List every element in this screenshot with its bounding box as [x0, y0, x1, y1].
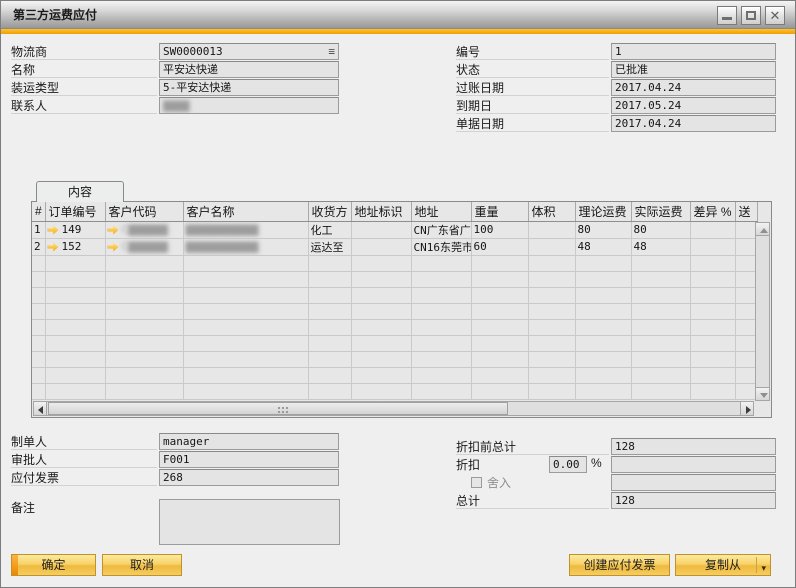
- cancel-button[interactable]: 取消: [102, 554, 182, 576]
- vendor-name-field[interactable]: 平安达快递: [159, 61, 339, 78]
- vertical-scrollbar[interactable]: [755, 222, 770, 401]
- link-arrow-icon[interactable]: [48, 226, 59, 235]
- tab-contents[interactable]: 内容: [36, 181, 124, 202]
- col-consignee[interactable]: 收货方: [308, 202, 351, 221]
- total-field[interactable]: 128: [611, 492, 776, 509]
- close-icon: ✕: [766, 8, 784, 23]
- scroll-down-icon: [760, 393, 768, 398]
- col-send[interactable]: 送: [735, 202, 757, 221]
- vendor-label: 物流商: [11, 43, 157, 60]
- table-row[interactable]: 1 149 C▇▇▇▇▇▇ ▇▇▇▇▇▇▇▇▇▇▇ 化工 CN广东省广 100 …: [32, 221, 757, 238]
- scroll-up-button[interactable]: [755, 222, 770, 236]
- shipping-type-field[interactable]: 5-平安达快递: [159, 79, 339, 96]
- link-arrow-icon[interactable]: [108, 243, 119, 252]
- col-row-number[interactable]: #: [32, 202, 45, 221]
- status-field[interactable]: 已批准: [611, 61, 776, 78]
- doc-number-field[interactable]: 1: [611, 43, 776, 60]
- col-variance-pct[interactable]: 差异 %: [690, 202, 735, 221]
- discount-percent-input[interactable]: 0.00: [549, 456, 587, 473]
- empty-row: [32, 303, 757, 319]
- document-date-label: 单据日期: [456, 115, 609, 132]
- horizontal-scrollbar[interactable]: [33, 401, 754, 416]
- minimize-icon: [722, 17, 732, 20]
- contact-label: 联系人: [11, 97, 157, 114]
- scroll-up-icon: [760, 228, 768, 233]
- table-row[interactable]: 2 152 C▇▇▇▇▇▇ ▇▇▇▇▇▇▇▇▇▇▇ 运达至 CN16东莞市 60…: [32, 238, 757, 255]
- col-address[interactable]: 地址: [411, 202, 471, 221]
- created-by-field[interactable]: manager: [159, 433, 339, 450]
- col-order-no[interactable]: 订单编号: [45, 202, 105, 221]
- horizontal-scroll-thumb[interactable]: [48, 402, 508, 415]
- line-items-grid: # 订单编号 客户代码 客户名称 收货方 地址标识 地址 重量 体积 理论运费 …: [31, 201, 772, 418]
- discount-amount-field[interactable]: [611, 456, 776, 473]
- titlebar[interactable]: 第三方运费应付 ✕: [1, 1, 795, 29]
- ap-invoice-field[interactable]: 268: [159, 469, 339, 486]
- empty-row: [32, 319, 757, 335]
- col-address-id[interactable]: 地址标识: [351, 202, 411, 221]
- empty-row: [32, 383, 757, 399]
- scroll-down-button[interactable]: [755, 387, 770, 401]
- col-weight[interactable]: 重量: [471, 202, 528, 221]
- discount-label: 折扣: [456, 456, 546, 473]
- maximize-button[interactable]: [741, 6, 761, 25]
- scroll-right-button[interactable]: [740, 401, 754, 416]
- empty-row: [32, 271, 757, 287]
- approver-label: 审批人: [11, 451, 157, 468]
- copy-from-button[interactable]: 复制从 ▾: [675, 554, 771, 576]
- col-theoretical-freight[interactable]: 理论运费: [575, 202, 631, 221]
- col-volume[interactable]: 体积: [528, 202, 575, 221]
- contact-field[interactable]: ▇▇▇▇: [159, 97, 339, 114]
- choose-from-list-icon[interactable]: ≡: [328, 45, 335, 59]
- empty-row: [32, 367, 757, 383]
- vendor-field[interactable]: SW0000013≡: [159, 43, 339, 60]
- scroll-right-icon: [746, 406, 751, 414]
- maximize-icon: [746, 11, 756, 20]
- grid-header-row: # 订单编号 客户代码 客户名称 收货方 地址标识 地址 重量 体积 理论运费 …: [32, 202, 757, 221]
- accent-gold-stripe: [1, 29, 795, 34]
- empty-row: [32, 335, 757, 351]
- col-actual-freight[interactable]: 实际运费: [631, 202, 690, 221]
- rounding-label: 舍入: [487, 474, 547, 491]
- subtotal-label: 折扣前总计: [456, 438, 609, 455]
- posting-date-label: 过账日期: [456, 79, 609, 96]
- scroll-left-button[interactable]: [33, 401, 47, 416]
- ap-invoice-label: 应付发票: [11, 469, 157, 486]
- dropdown-separator: [756, 557, 757, 573]
- create-ap-invoice-button[interactable]: 创建应付发票: [569, 554, 670, 576]
- scroll-left-icon: [38, 406, 43, 414]
- link-arrow-icon[interactable]: [108, 226, 119, 235]
- shipping-type-label: 装运类型: [11, 79, 157, 96]
- rounding-checkbox[interactable]: [471, 477, 482, 488]
- minimize-button[interactable]: [717, 6, 737, 25]
- remarks-textarea[interactable]: [159, 499, 340, 545]
- doc-number-label: 编号: [456, 43, 609, 60]
- rounding-amount-field[interactable]: [611, 474, 776, 491]
- col-customer-name[interactable]: 客户名称: [183, 202, 308, 221]
- vendor-name-label: 名称: [11, 61, 157, 78]
- total-label: 总计: [456, 492, 609, 509]
- dropdown-arrow-icon[interactable]: ▾: [761, 564, 766, 573]
- window-title: 第三方运费应付: [13, 1, 97, 29]
- created-by-label: 制单人: [11, 433, 157, 450]
- col-customer-code[interactable]: 客户代码: [105, 202, 183, 221]
- status-label: 状态: [456, 61, 609, 78]
- due-date-label: 到期日: [456, 97, 609, 114]
- empty-row: [32, 287, 757, 303]
- due-date-field[interactable]: 2017.05.24: [611, 97, 776, 114]
- subtotal-field[interactable]: 128: [611, 438, 776, 455]
- empty-row: [32, 351, 757, 367]
- posting-date-field[interactable]: 2017.04.24: [611, 79, 776, 96]
- document-date-field[interactable]: 2017.04.24: [611, 115, 776, 132]
- percent-sign: %: [591, 456, 605, 473]
- approver-field[interactable]: F001: [159, 451, 339, 468]
- remarks-label: 备注: [11, 499, 91, 516]
- ok-button[interactable]: 确定: [11, 554, 96, 576]
- close-button[interactable]: ✕: [765, 6, 785, 25]
- empty-row: [32, 255, 757, 271]
- third-party-freight-payable-window: 第三方运费应付 ✕ 物流商 SW0000013≡ 名称 平安达快递 装运类型 5…: [0, 0, 796, 588]
- scroll-grip-icon: [278, 407, 280, 409]
- link-arrow-icon[interactable]: [48, 243, 59, 252]
